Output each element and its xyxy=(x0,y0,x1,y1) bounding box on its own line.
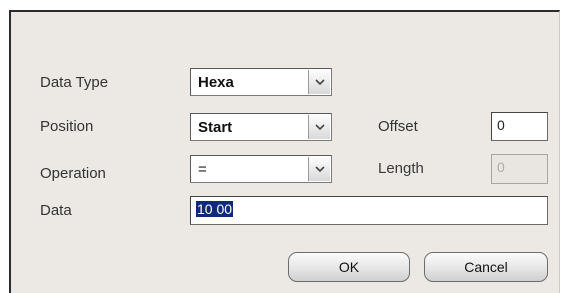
chevron-down-icon[interactable] xyxy=(308,157,330,181)
offset-label: Offset xyxy=(378,118,418,135)
chevron-down-icon[interactable] xyxy=(308,70,330,94)
data-type-label: Data Type xyxy=(40,74,109,91)
ok-button[interactable]: OK xyxy=(288,252,410,282)
data-input-selected-text: 10 00 xyxy=(196,201,234,217)
length-label: Length xyxy=(378,160,424,177)
chevron-down-icon[interactable] xyxy=(308,115,330,139)
cancel-button[interactable]: Cancel xyxy=(424,252,548,282)
position-dropdown[interactable]: Start xyxy=(190,113,332,141)
data-type-dropdown[interactable]: Hexa xyxy=(190,68,332,96)
operation-value: = xyxy=(198,161,207,178)
data-type-value: Hexa xyxy=(198,74,234,91)
data-input[interactable]: 10 00 xyxy=(190,196,548,225)
operation-label: Operation xyxy=(40,165,106,182)
length-input: 0 xyxy=(491,154,548,184)
operation-dropdown[interactable]: = xyxy=(190,155,332,183)
dialog: Data Type Hexa Position Start Offset 0 O… xyxy=(9,10,560,293)
offset-input[interactable]: 0 xyxy=(491,112,548,141)
position-label: Position xyxy=(40,118,94,135)
data-label: Data xyxy=(40,202,72,219)
position-value: Start xyxy=(198,119,233,136)
